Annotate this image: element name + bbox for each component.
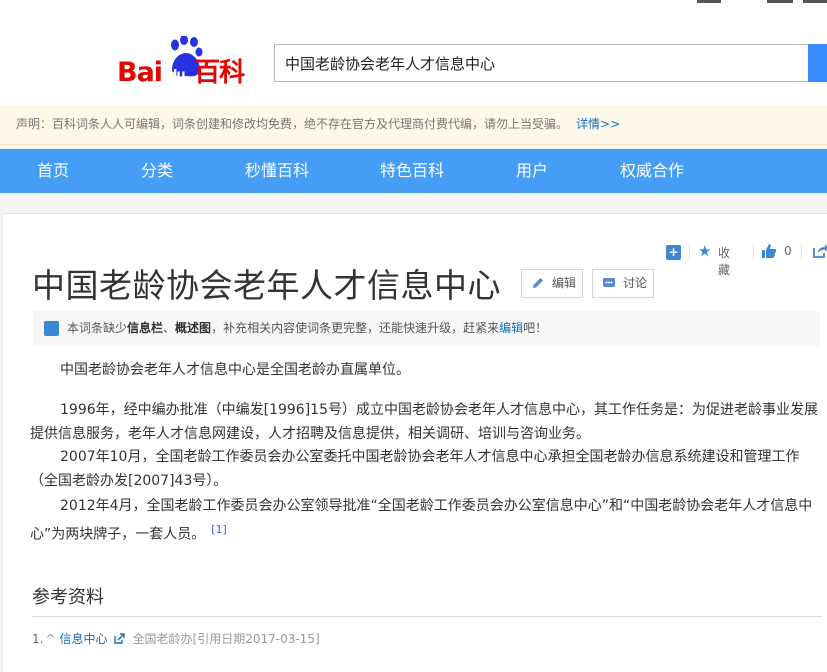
tool-divider bbox=[689, 245, 690, 259]
tip-separator: 、 bbox=[163, 321, 176, 335]
reference-source: 全国老龄办[引用日期2017-03-15] bbox=[132, 632, 320, 646]
disclaimer-text: 声明：百科词条人人可编辑，词条创建和修改均免费，绝不存在官方及代理商付费代编，请… bbox=[16, 117, 569, 131]
search-box bbox=[274, 44, 808, 82]
references-divider bbox=[32, 616, 822, 617]
top-tab-3[interactable] bbox=[803, 0, 827, 3]
add-icon[interactable]: + bbox=[666, 245, 681, 260]
paragraph-2: 1996年，经中编办批准（中编发[1996]15号）成立中国老龄协会老年人才信息… bbox=[30, 402, 818, 442]
discuss-button[interactable]: 讨论 bbox=[592, 269, 654, 298]
article-container: + ★ 收藏 0 中国老龄协会老年人才信息中心 编辑 讨论 本词条缺少信息栏、概… bbox=[2, 213, 827, 672]
edit-label: 编辑 bbox=[552, 276, 577, 290]
share-icon[interactable] bbox=[812, 243, 827, 259]
main-nav: 首页 分类 秒懂百科 特色百科 用户 权威合作 bbox=[0, 149, 827, 193]
thumbs-up-icon[interactable] bbox=[761, 243, 777, 259]
discuss-label: 讨论 bbox=[623, 276, 648, 290]
collect-label[interactable]: 收藏 bbox=[718, 244, 730, 278]
logo-du-text: du bbox=[162, 57, 192, 88]
citation-link[interactable]: [1] bbox=[211, 523, 227, 536]
nav-item-partners[interactable]: 权威合作 bbox=[620, 149, 684, 193]
chat-icon bbox=[603, 278, 615, 287]
edit-tip-icon bbox=[44, 321, 59, 336]
edit-button[interactable]: 编辑 bbox=[521, 269, 583, 298]
tip-prefix: 本词条缺少 bbox=[67, 321, 128, 335]
tip-end: 吧！ bbox=[523, 321, 548, 335]
search-button[interactable] bbox=[808, 44, 827, 82]
external-link-icon[interactable] bbox=[113, 633, 125, 644]
like-count: 0 bbox=[784, 244, 792, 258]
incomplete-tip: 本词条缺少信息栏、概述图，补充相关内容使词条更完整，还能快速升级，赶紧来编辑吧！ bbox=[33, 311, 820, 346]
logo-baike-text: 百科 bbox=[194, 58, 245, 88]
references-heading: 参考资料 bbox=[32, 587, 104, 608]
reference-item: 1. ^ 信息中心 全国老龄办[引用日期2017-03-15] bbox=[32, 630, 320, 647]
paragraph-3: 2007年10月，全国老龄工作委员会办公室委托中国老龄协会老年人才信息中心承担全… bbox=[30, 449, 800, 489]
tip-edit-link[interactable]: 编辑 bbox=[499, 321, 523, 335]
paragraph-4: 2012年4月，全国老龄工作委员会办公室领导批准“全国老龄工作委员会办公室信息中… bbox=[30, 494, 822, 547]
logo-bai-text: Bai bbox=[117, 57, 163, 88]
paragraph-1: 中国老龄协会老年人才信息中心是全国老龄办直属单位。 bbox=[60, 362, 410, 378]
tip-infobox: 信息栏 bbox=[127, 321, 164, 335]
nav-item-home[interactable]: 首页 bbox=[37, 149, 69, 193]
top-tab-2[interactable] bbox=[767, 0, 793, 3]
disclaimer-details-link[interactable]: 详情>> bbox=[576, 117, 620, 131]
disclaimer-bar: 声明：百科词条人人可编辑，词条创建和修改均免费，绝不存在官方及代理商付费代编，请… bbox=[0, 105, 827, 145]
tool-divider bbox=[753, 245, 754, 259]
star-icon[interactable]: ★ bbox=[698, 242, 711, 260]
nav-item-users[interactable]: 用户 bbox=[516, 149, 548, 193]
logo-du-label: du bbox=[168, 68, 186, 83]
nav-item-categories[interactable]: 分类 bbox=[141, 149, 173, 193]
page-title: 中国老龄协会老年人才信息中心 bbox=[32, 266, 501, 305]
reference-link[interactable]: 信息中心 bbox=[60, 632, 108, 646]
nav-item-miaodong[interactable]: 秒懂百科 bbox=[245, 149, 309, 193]
search-input[interactable] bbox=[275, 45, 808, 81]
back-to-cite-icon[interactable]: ^ bbox=[45, 632, 55, 646]
tool-divider bbox=[801, 245, 802, 259]
paragraph-4-text: 2012年4月，全国老龄工作委员会办公室领导批准“全国老龄工作委员会办公室信息中… bbox=[30, 498, 813, 543]
tip-overview: 概述图 bbox=[175, 321, 212, 335]
header: Bai du 百科 bbox=[0, 0, 827, 105]
top-tab-1[interactable] bbox=[697, 0, 721, 3]
pencil-icon bbox=[533, 278, 543, 288]
reference-number: 1. bbox=[32, 632, 44, 646]
tip-middle: ，补充相关内容使词条更完整，还能快速升级，赶紧来 bbox=[211, 321, 500, 335]
baidu-baike-logo[interactable]: Bai du 百科 bbox=[117, 36, 257, 88]
nav-item-featured[interactable]: 特色百科 bbox=[380, 149, 444, 193]
